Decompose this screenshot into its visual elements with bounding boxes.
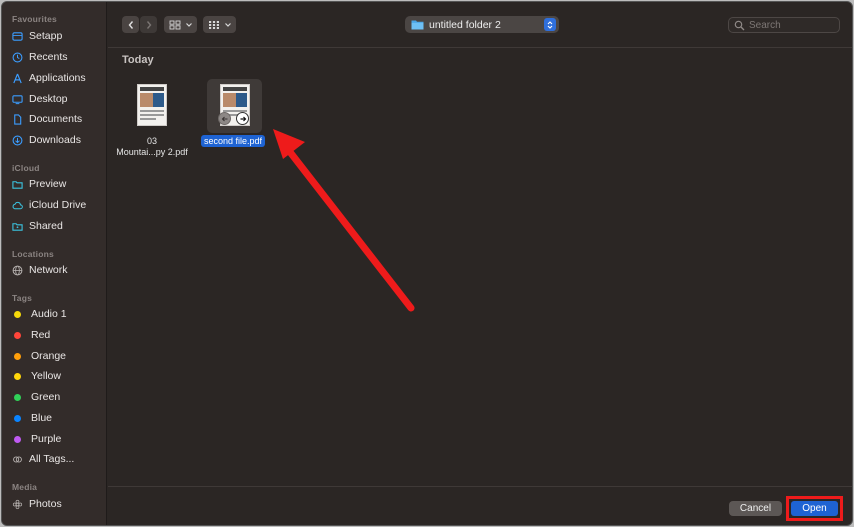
section-title-favourites: Favourites [12,14,57,24]
sidebar-item-label: iCloud Drive [29,199,87,211]
tag-dot-icon [14,372,21,380]
sidebar-item-label: Network [29,264,68,276]
sidebar-item-desktop[interactable]: Desktop [12,90,106,108]
section-title-icloud: iCloud [12,163,40,173]
photos-icon [12,499,23,509]
section-title-media: Media [12,482,38,492]
section-title-tags: Tags [12,293,33,303]
sidebar-item-label: Downloads [29,134,81,146]
main-pane: untitled folder 2 Search Today 03 Mounta… [108,2,852,525]
open-button[interactable]: Open [791,501,838,516]
cloud-icon [12,201,23,209]
annotation-arrow-icon [273,129,415,312]
sidebar-item-setapp[interactable]: Setapp [12,27,106,45]
open-button-highlight: Open [786,496,843,521]
open-file-dialog: Favourites Setapp Recents Applications D… [1,1,853,526]
sidebar-item-label: Blue [31,412,53,424]
sidebar-item-network[interactable]: Network [12,261,106,279]
cancel-button[interactable]: Cancel [729,501,782,516]
download-icon [12,135,23,145]
tag-orange[interactable]: Orange [12,347,106,365]
sidebar-item-label: Orange [31,350,67,362]
document-icon [14,113,22,125]
sidebar-item-documents[interactable]: Documents [12,110,106,128]
sidebar-item-label: Preview [29,178,67,190]
tag-dot-icon [14,393,21,401]
desktop-icon [12,94,23,104]
sidebar-item-shared[interactable]: Shared [12,217,106,235]
sidebar-item-preview[interactable]: Preview [12,175,106,193]
sidebar-item-label: Applications [29,72,86,84]
sidebar-item-applications[interactable]: Applications [12,69,106,87]
sidebar: Favourites Setapp Recents Applications D… [2,2,107,525]
sidebar-item-label: All Tags... [29,453,75,465]
sidebar-item-label: Documents [29,113,83,125]
tag-purple[interactable]: Purple [12,430,106,448]
tag-green[interactable]: Green [12,388,106,406]
sidebar-item-photos[interactable]: Photos [12,495,106,513]
dialog-footer: Cancel Open [108,486,852,525]
sidebar-item-label: Yellow [31,370,61,382]
tag-dot-icon [14,435,21,443]
sidebar-item-label: Purple [31,433,62,445]
sidebar-item-label: Audio 1 [31,308,67,320]
sidebar-item-label: Shared [29,220,63,232]
section-title-locations: Locations [12,249,54,259]
tag-dot-icon [14,331,21,339]
sidebar-item-label: Desktop [29,93,68,105]
sidebar-item-downloads[interactable]: Downloads [12,131,106,149]
folder-icon [12,180,23,189]
tag-dot-icon [14,352,21,360]
setapp-icon [12,31,23,41]
sidebar-item-label: Recents [29,51,68,63]
applications-icon [13,73,22,83]
clock-icon [12,52,23,62]
tag-dot-icon [14,414,21,422]
network-icon [12,265,23,275]
tag-dot-icon [14,310,21,318]
tag-red[interactable]: Red [12,326,106,344]
sidebar-item-label: Setapp [29,30,63,42]
sidebar-item-label: Red [31,329,51,341]
sidebar-item-label: Green [31,391,61,403]
sidebar-item-label: Photos [29,498,62,510]
sidebar-item-recents[interactable]: Recents [12,48,106,66]
tag-blue[interactable]: Blue [12,409,106,427]
tag-yellow[interactable]: Yellow [12,367,106,385]
tag-all-tags[interactable]: All Tags... [12,450,106,468]
all-tags-icon [13,455,22,463]
shared-folder-icon [12,222,23,231]
sidebar-item-icloud-drive[interactable]: iCloud Drive [12,196,106,214]
tag-audio-1[interactable]: Audio 1 [12,305,106,323]
